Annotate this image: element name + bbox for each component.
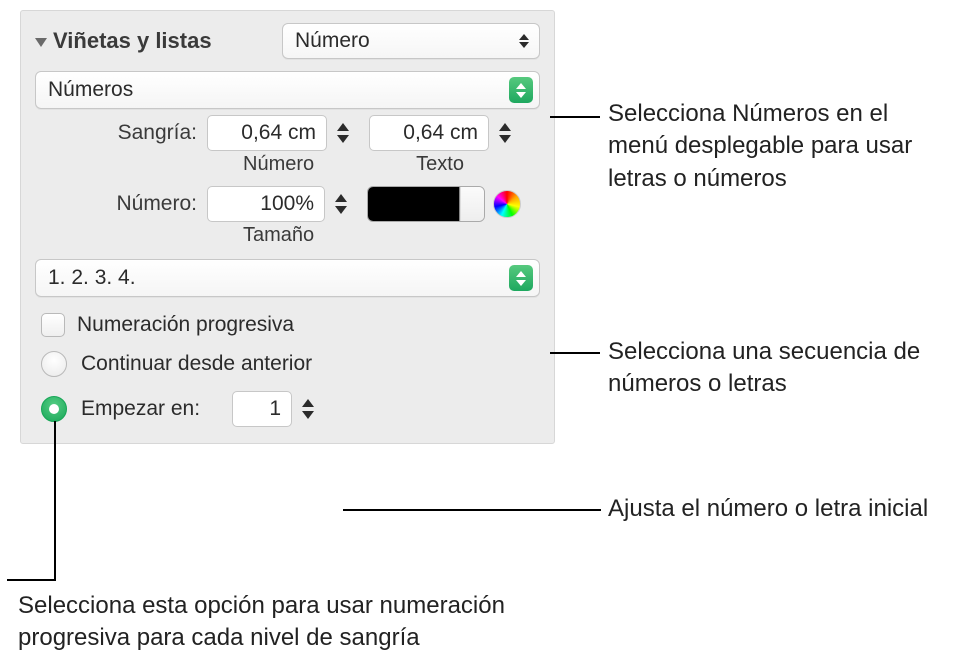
number-size-row: Número: 100% [75, 186, 540, 222]
section-disclosure[interactable]: Viñetas y listas [35, 28, 212, 54]
swatch-dropdown[interactable] [460, 187, 484, 221]
leader-line [550, 352, 600, 354]
color-wheel-icon[interactable] [493, 190, 521, 218]
swatch-color [368, 187, 460, 221]
number-size-field[interactable]: 100% [207, 186, 325, 222]
number-size-label: Número: [75, 192, 197, 216]
list-type-popup[interactable]: Número [282, 23, 540, 59]
number-size-value: 100% [260, 192, 314, 216]
indent-number-caption: Número [243, 153, 314, 176]
start-at-label: Empezar en: [81, 397, 200, 421]
indent-number-value: 0,64 cm [241, 121, 316, 145]
stepper-arrows-icon[interactable] [333, 115, 353, 151]
indent-text-value: 0,64 cm [403, 121, 478, 145]
number-size-stepper[interactable]: 100% [207, 186, 351, 222]
bullets-lists-panel: Viñetas y listas Número Números Sangría:… [20, 10, 555, 444]
leader-line [343, 509, 601, 511]
indent-number-stepper[interactable]: 0,64 cm [207, 115, 353, 151]
number-size-caption-row: Tamaño [243, 224, 540, 247]
section-header-row: Viñetas y listas Número [35, 23, 540, 59]
popup-arrows-icon [517, 34, 531, 48]
indent-label: Sangría: [75, 121, 197, 145]
sequence-row: 1. 2. 3. 4. [35, 259, 540, 297]
callout-sequence-popup: Selecciona una secuencia de números o le… [608, 336, 938, 401]
number-style-row: Números [35, 71, 540, 109]
start-at-field[interactable]: 1 [232, 391, 292, 427]
leader-line [7, 579, 56, 581]
list-type-value: Número [295, 29, 370, 53]
indent-text-stepper[interactable]: 0,64 cm [369, 115, 515, 151]
stepper-arrows-icon[interactable] [331, 186, 351, 222]
callout-start-value: Ajusta el número o letra inicial [608, 493, 938, 525]
start-at-stepper[interactable]: 1 [232, 391, 318, 427]
continue-radio[interactable] [41, 351, 67, 377]
section-title: Viñetas y listas [53, 28, 212, 54]
number-style-value: Números [48, 78, 133, 102]
stepper-arrows-icon[interactable] [298, 391, 318, 427]
start-at-value: 1 [269, 397, 281, 421]
progressive-numbering-row: Numeración progresiva [41, 313, 540, 337]
progressive-numbering-label: Numeración progresiva [77, 313, 294, 337]
indent-text-caption: Texto [416, 153, 464, 176]
continue-radio-label: Continuar desde anterior [81, 352, 312, 376]
start-at-row: Empezar en: 1 [41, 391, 540, 427]
chevron-down-icon [35, 38, 47, 47]
indent-captions-row: Número Texto [243, 153, 540, 176]
popup-arrows-icon [509, 77, 533, 103]
number-style-popup[interactable]: Números [35, 71, 540, 109]
callout-style-popup: Selecciona Números en el menú desplegabl… [608, 98, 938, 195]
popup-arrows-icon [509, 265, 533, 291]
number-color-swatch[interactable] [367, 186, 485, 222]
leader-line [550, 116, 600, 118]
sequence-popup[interactable]: 1. 2. 3. 4. [35, 259, 540, 297]
start-at-radio[interactable] [41, 396, 67, 422]
stepper-arrows-icon[interactable] [495, 115, 515, 151]
progressive-numbering-checkbox[interactable] [41, 313, 65, 337]
indent-text-field[interactable]: 0,64 cm [369, 115, 489, 151]
number-size-caption: Tamaño [243, 224, 314, 247]
indent-row: Sangría: 0,64 cm 0,64 cm [75, 115, 540, 151]
indent-number-field[interactable]: 0,64 cm [207, 115, 327, 151]
callout-progressive: Selecciona esta opción para usar numerac… [18, 590, 598, 655]
sequence-value: 1. 2. 3. 4. [48, 266, 136, 290]
leader-line [54, 421, 56, 579]
continue-from-previous-row: Continuar desde anterior [41, 351, 540, 377]
